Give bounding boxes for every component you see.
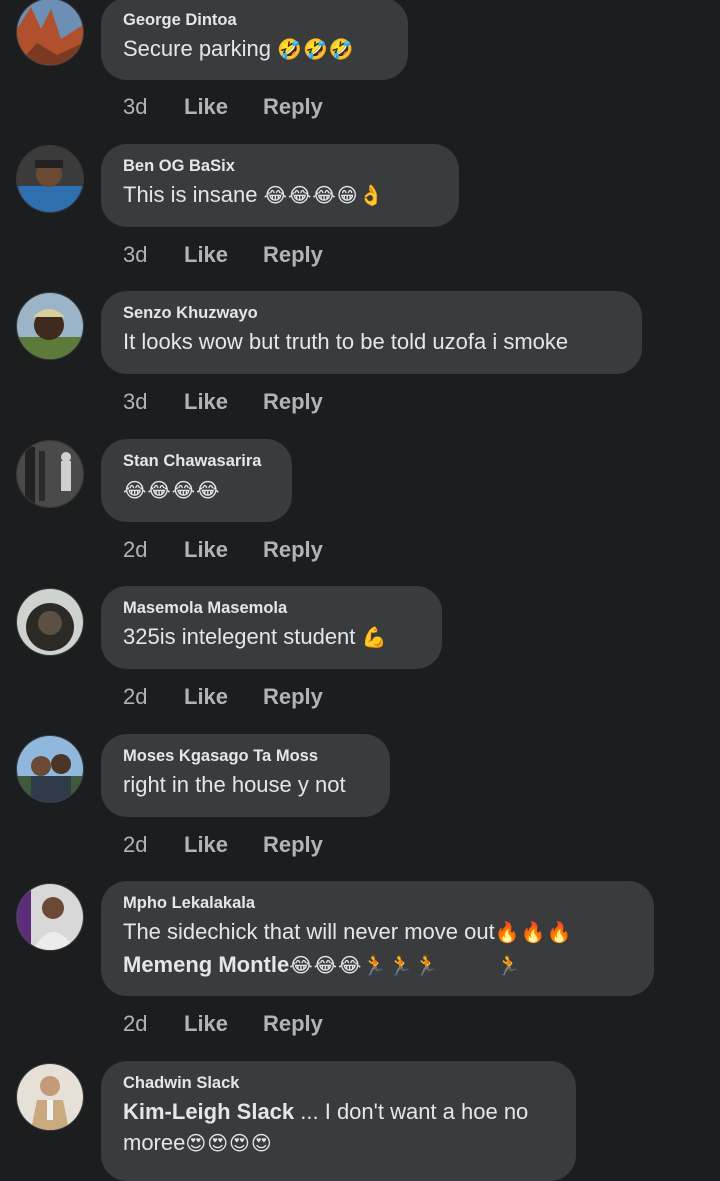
comment-age[interactable]: 3d	[123, 389, 147, 415]
avatar[interactable]	[16, 145, 84, 213]
like-button[interactable]: Like	[184, 684, 228, 710]
comment-author[interactable]: Mpho Lekalakala	[123, 893, 632, 913]
comment-age[interactable]: 3d	[123, 94, 147, 120]
comment-author[interactable]: George Dintoa	[123, 10, 386, 30]
comment-author[interactable]: Chadwin Slack	[123, 1073, 554, 1093]
comment-text: It looks wow but truth to be told uzofa …	[123, 326, 620, 357]
avatar[interactable]	[16, 883, 84, 951]
emoji: 💪	[361, 627, 388, 649]
comment-text: Secure parking 🤣🤣🤣	[123, 33, 386, 66]
emoji: 🏃	[496, 955, 522, 977]
mention-link[interactable]: Memeng Montle	[123, 952, 289, 977]
reply-button[interactable]: Reply	[263, 537, 323, 563]
comment-author[interactable]: Stan Chawasarira	[123, 451, 270, 471]
comment-text: 325is intelegent student 💪	[123, 621, 420, 654]
reply-button[interactable]: Reply	[263, 832, 323, 858]
like-button[interactable]: Like	[184, 537, 228, 563]
avatar[interactable]	[16, 0, 84, 66]
reply-button[interactable]: Reply	[263, 94, 323, 120]
comment-text-body: 325is intelegent student	[123, 624, 356, 649]
avatar[interactable]	[16, 440, 84, 508]
comment-text-line2: Memeng Montle😂😂😂🏃🏃🏃 🏃	[123, 949, 632, 982]
reply-button[interactable]: Reply	[263, 684, 323, 710]
comment-bubble: Mpho Lekalakala The sidechick that will …	[101, 881, 654, 996]
like-button[interactable]: Like	[184, 242, 228, 268]
avatar[interactable]	[16, 292, 84, 360]
comment-bubble: Masemola Masemola 325is intelegent stude…	[101, 586, 442, 669]
emoji: 😍😍😍😍	[185, 1133, 273, 1155]
comment-text: 😂😂😂😂	[123, 474, 270, 507]
comment-bubble: Chadwin Slack Kim-Leigh Slack ... I don'…	[101, 1061, 576, 1181]
comment-text: right in the house y not	[123, 769, 368, 800]
reply-button[interactable]: Reply	[263, 389, 323, 415]
emoji: 🤣🤣🤣	[277, 39, 355, 61]
comment-author[interactable]: Senzo Khuzwayo	[123, 303, 620, 323]
comment-bubble: George Dintoa Secure parking 🤣🤣🤣	[101, 0, 408, 80]
like-button[interactable]: Like	[184, 389, 228, 415]
reply-button[interactable]: Reply	[263, 1011, 323, 1037]
comment-text-body: It looks wow but truth to be told uzofa …	[123, 329, 569, 354]
comment-bubble: Moses Kgasago Ta Moss right in the house…	[101, 734, 390, 817]
comment-author[interactable]: Ben OG BaSix	[123, 156, 437, 176]
comment-text-body: Secure parking	[123, 36, 271, 61]
comment-text: The sidechick that will never move out🔥🔥…	[123, 916, 632, 949]
like-button[interactable]: Like	[184, 1011, 228, 1037]
comment-text-body: The sidechick that will never move out	[123, 919, 495, 944]
comment-text-body: right in the house y not	[123, 772, 346, 797]
avatar[interactable]	[16, 735, 84, 803]
comment-author[interactable]: Masemola Masemola	[123, 598, 420, 618]
reply-button[interactable]: Reply	[263, 242, 323, 268]
mention-link[interactable]: Kim-Leigh Slack	[123, 1099, 294, 1124]
emoji: 😂😂😂😁👌	[263, 185, 385, 207]
comment-text-body: ... I don't want a hoe no	[294, 1099, 529, 1124]
comment-text: Kim-Leigh Slack ... I don't want a hoe n…	[123, 1096, 554, 1127]
comment-age[interactable]: 2d	[123, 832, 147, 858]
emoji: 🔥🔥🔥	[494, 922, 573, 944]
comment-bubble: Ben OG BaSix This is insane 😂😂😂😁👌	[101, 144, 459, 227]
emoji: 😂😂😂😂	[123, 480, 221, 502]
comment-age[interactable]: 2d	[123, 537, 147, 563]
comment-text-body: This is insane	[123, 182, 258, 207]
comment-bubble: Senzo Khuzwayo It looks wow but truth to…	[101, 291, 642, 374]
comment-author[interactable]: Moses Kgasago Ta Moss	[123, 746, 368, 766]
avatar[interactable]	[16, 1063, 84, 1131]
emoji: 😂😂😂🏃🏃🏃	[289, 955, 441, 977]
comment-text-line2: moree😍😍😍😍	[123, 1127, 554, 1160]
comment-text: This is insane 😂😂😂😁👌	[123, 179, 437, 212]
comment-age[interactable]: 3d	[123, 242, 147, 268]
comment-text-body: moree	[123, 1130, 186, 1155]
comment-age[interactable]: 2d	[123, 684, 147, 710]
avatar[interactable]	[16, 588, 84, 656]
like-button[interactable]: Like	[184, 94, 228, 120]
comment-bubble: Stan Chawasarira 😂😂😂😂	[101, 439, 292, 522]
like-button[interactable]: Like	[184, 832, 228, 858]
comment-age[interactable]: 2d	[123, 1011, 147, 1037]
